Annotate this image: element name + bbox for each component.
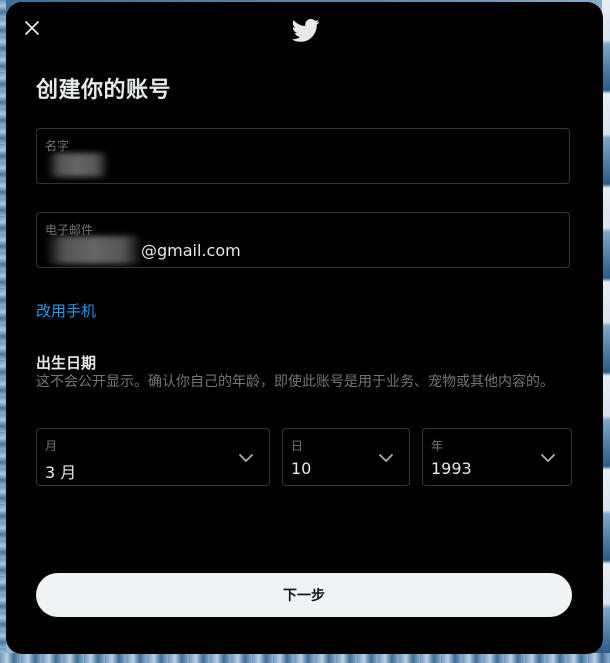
chevron-down-icon	[239, 454, 253, 462]
dob-description: 这不会公开显示。确认你自己的年龄，即使此账号是用于业务、宠物或其他内容的。	[36, 374, 554, 390]
month-label: 月	[45, 439, 58, 453]
use-phone-link[interactable]: 改用手机	[36, 300, 96, 321]
dob-title: 出生日期	[36, 354, 97, 372]
redacted-email-local	[45, 236, 143, 264]
name-field-label: 名字	[45, 139, 70, 153]
background-bottom	[0, 653, 610, 663]
chevron-down-icon	[379, 454, 393, 462]
twitter-bird-icon	[291, 19, 320, 42]
month-select[interactable]: 月 3 月	[36, 428, 270, 486]
close-icon	[25, 21, 39, 35]
signup-modal: 创建你的账号 名字 电子邮件 @gmail.com 改用手机 出生日期 这不会公…	[6, 2, 603, 654]
day-select[interactable]: 日 10	[282, 428, 410, 486]
month-value: 3 月	[45, 463, 77, 482]
name-field[interactable]: 名字	[36, 128, 570, 184]
redacted-name	[47, 153, 109, 177]
email-field[interactable]: 电子邮件 @gmail.com	[36, 212, 570, 268]
close-button[interactable]	[18, 14, 46, 42]
next-button[interactable]: 下一步	[36, 573, 572, 617]
email-field-value: @gmail.com	[141, 241, 241, 260]
day-value: 10	[291, 459, 312, 478]
year-label: 年	[431, 439, 444, 453]
year-select[interactable]: 年 1993	[422, 428, 572, 486]
background-right	[602, 0, 610, 663]
year-value: 1993	[431, 459, 472, 478]
page-title: 创建你的账号	[36, 78, 172, 103]
chevron-down-icon	[541, 454, 555, 462]
day-label: 日	[291, 439, 304, 453]
